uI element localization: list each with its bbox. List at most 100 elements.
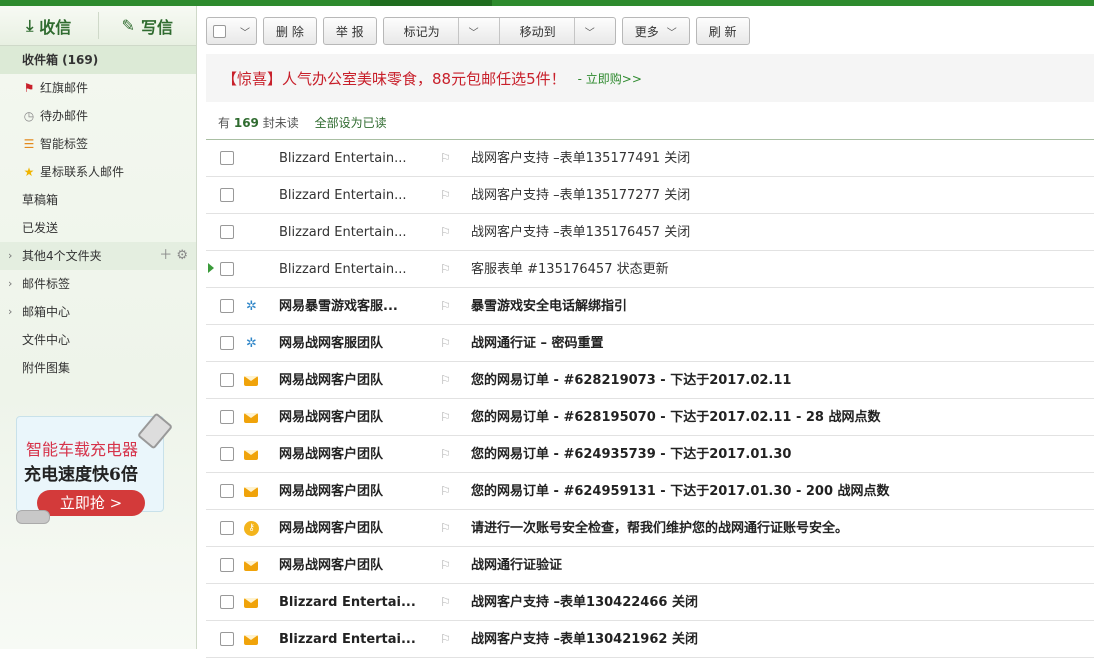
mark-as-dropdown[interactable]: 标记为 ﹀ (384, 18, 499, 44)
flag-icon[interactable]: ⚐ (440, 547, 451, 584)
row-checkbox[interactable] (220, 595, 234, 609)
flag-icon[interactable]: ⚐ (440, 473, 451, 510)
receive-mail-button[interactable]: ⤓ 收信 (0, 6, 98, 45)
row-checkbox[interactable] (220, 225, 234, 239)
table-row[interactable]: 网易战网客户团队 ⚐ 您的网易订单 - #628195070 - 下达于2017.0… (206, 399, 1094, 436)
compose-bar: ⤓ 收信 ✎ 写信 (0, 6, 196, 46)
sender: 网易战网客户团队 (279, 484, 384, 499)
flag-icon[interactable]: ⚐ (440, 436, 451, 473)
flag-icon[interactable]: ⚐ (440, 214, 451, 251)
flag-icon[interactable]: ⚐ (440, 177, 451, 214)
more-dropdown[interactable]: 更多 ﹀ (621, 17, 690, 45)
sidebar-item-1[interactable]: ⚑ 红旗邮件 (0, 74, 196, 102)
gear-icon[interactable]: ⚙ (176, 248, 188, 263)
subject: 您的网易订单 - #628219073 - 下达于2017.02.11 (471, 373, 792, 388)
flag-icon[interactable]: ⚐ (440, 288, 451, 325)
sidebar-item-11[interactable]: 附件图集 (0, 354, 196, 382)
flag-icon[interactable]: ⚐ (440, 621, 451, 658)
main-panel: ﹀ 删 除 举 报 标记为 ﹀ 移动到 ﹀ 更多 ﹀ 刷 新 【惊喜】人气办公室美味零… (206, 6, 1094, 658)
ad-cta-button[interactable]: 立即抢 > (37, 490, 145, 516)
table-row[interactable]: Blizzard Entertain... ⚐ 客服表单 #135176457 状态… (206, 251, 1094, 288)
write-mail-button[interactable]: ✎ 写信 (99, 6, 197, 45)
table-row[interactable]: 网易战网客户团队 ⚐ 您的网易订单 - #624935739 - 下达于2017.0… (206, 436, 1094, 473)
table-row[interactable]: 网易战网客户团队 ⚐ 您的网易订单 - #624959131 - 下达于2017.0… (206, 473, 1094, 510)
sidebar-item-0[interactable]: 收件箱 (169) (0, 46, 196, 74)
flag-icon[interactable]: ⚐ (440, 251, 451, 288)
flag-icon[interactable]: ⚐ (440, 325, 451, 362)
edit-icon: ✎ (121, 16, 135, 35)
row-checkbox[interactable] (220, 447, 234, 461)
current-row-marker-icon (208, 263, 214, 273)
row-checkbox[interactable] (220, 521, 234, 535)
expand-arrow-icon[interactable]: › (8, 242, 12, 270)
flag-icon[interactable]: ⚐ (440, 140, 451, 177)
table-row[interactable]: Blizzard Entertain... ⚐ 战网客户支持 –表单13517727… (206, 177, 1094, 214)
move-to-dropdown[interactable]: 移动到 ﹀ (498, 18, 615, 44)
row-checkbox[interactable] (220, 484, 234, 498)
write-label: 写信 (140, 17, 173, 37)
sidebar-item-label: 文件中心 (22, 333, 71, 347)
row-checkbox[interactable] (220, 336, 234, 350)
expand-arrow-icon[interactable]: › (8, 298, 12, 326)
sidebar-item-4[interactable]: ★ 星标联系人邮件 (0, 158, 196, 186)
flag-icon[interactable]: ⚐ (440, 584, 451, 621)
download-icon: ⤓ (26, 15, 34, 35)
table-row[interactable]: ✲ 网易战网客服团队 ⚐ 战网通行证 – 密码重置 (206, 325, 1094, 362)
flag-icon[interactable]: ⚐ (440, 362, 451, 399)
charger-cable-icon (16, 510, 50, 524)
select-all-dropdown[interactable]: ﹀ (206, 17, 257, 45)
add-folder-icon[interactable]: ＋ (159, 248, 172, 263)
sidebar-item-8[interactable]: › 邮件标签 (0, 270, 196, 298)
refresh-button[interactable]: 刷 新 (695, 17, 750, 45)
select-all-checkbox[interactable] (213, 24, 226, 38)
report-button[interactable]: 举 报 (322, 17, 377, 45)
sidebar-item-10[interactable]: 文件中心 (0, 326, 196, 354)
expand-arrow-icon[interactable]: › (8, 270, 12, 298)
table-row[interactable]: Blizzard Entertain... ⚐ 战网客户支持 –表单13517645… (206, 214, 1094, 251)
envelope-icon (244, 635, 258, 645)
table-row[interactable]: ⚷ 网易战网客户团队 ⚐ 请进行一次账号安全检查，帮我们维护您的战网通行证账号安全。 (206, 510, 1094, 547)
table-row[interactable]: 网易战网客户团队 ⚐ 战网通行证验证 (206, 547, 1094, 584)
sidebar-item-6[interactable]: 已发送 (0, 214, 196, 242)
sidebar-item-3[interactable]: ☰ 智能标签 (0, 130, 196, 158)
unread-summary: 有 169 封未读 全部设为已读 (218, 114, 387, 131)
table-row[interactable]: 网易战网客户团队 ⚐ 您的网易订单 - #628219073 - 下达于2017.0… (206, 362, 1094, 399)
promo-text[interactable]: 【惊喜】人气办公室美味零食，88元包邮任选5件！ (222, 68, 566, 89)
sidebar-item-label: 其他4个文件夹 (22, 249, 102, 263)
sidebar-item-5[interactable]: 草稿箱 (0, 186, 196, 214)
subject: 战网通行证 – 密码重置 (471, 336, 604, 351)
sender: 网易战网客户团队 (279, 373, 384, 388)
sidebar-item-7[interactable]: › 其他4个文件夹 ＋ ⚙ (0, 242, 196, 270)
blizzard-icon: ✲ (246, 299, 257, 314)
table-row[interactable]: Blizzard Entertai... ⚐ 战网客户支持 –表单130421962… (206, 621, 1094, 658)
row-checkbox[interactable] (220, 558, 234, 572)
row-checkbox[interactable] (220, 299, 234, 313)
row-checkbox[interactable] (220, 632, 234, 646)
car-charger-ad[interactable]: 智能车载充电器 充电速度快6倍 立即抢 > (16, 412, 174, 526)
stacked-tags-icon: ☰ (23, 137, 35, 151)
delete-button[interactable]: 删 除 (263, 17, 317, 45)
row-checkbox[interactable] (220, 262, 234, 276)
envelope-icon (244, 598, 258, 608)
table-row[interactable]: Blizzard Entertai... ⚐ 战网客户支持 –表单130422466… (206, 584, 1094, 621)
receive-label: 收信 (39, 17, 72, 37)
row-checkbox[interactable] (220, 188, 234, 202)
table-row[interactable]: ✲ 网易暴雪游戏客服... ⚐ 暴雪游戏安全电话解绑指引 (206, 288, 1094, 325)
sidebar-item-label: 红旗邮件 (40, 81, 89, 95)
move-to-label: 移动到 (519, 24, 556, 39)
envelope-icon (244, 487, 258, 497)
row-checkbox[interactable] (220, 410, 234, 424)
sidebar-item-9[interactable]: › 邮箱中心 (0, 298, 196, 326)
sidebar-item-label: 收件箱 (169) (22, 53, 99, 67)
sender: Blizzard Entertain... (279, 151, 407, 166)
row-checkbox[interactable] (220, 373, 234, 387)
chevron-down-icon: ﹀ (666, 27, 677, 39)
subject: 客服表单 #135176457 状态更新 (471, 262, 669, 277)
flag-icon[interactable]: ⚐ (440, 399, 451, 436)
sidebar-item-2[interactable]: ◷ 待办邮件 (0, 102, 196, 130)
promo-link[interactable]: - 立即购>> (578, 70, 642, 87)
row-checkbox[interactable] (220, 151, 234, 165)
flag-icon[interactable]: ⚐ (440, 510, 451, 547)
table-row[interactable]: Blizzard Entertain... ⚐ 战网客户支持 –表单13517749… (206, 140, 1094, 177)
mark-all-read-link[interactable]: 全部设为已读 (315, 116, 387, 130)
